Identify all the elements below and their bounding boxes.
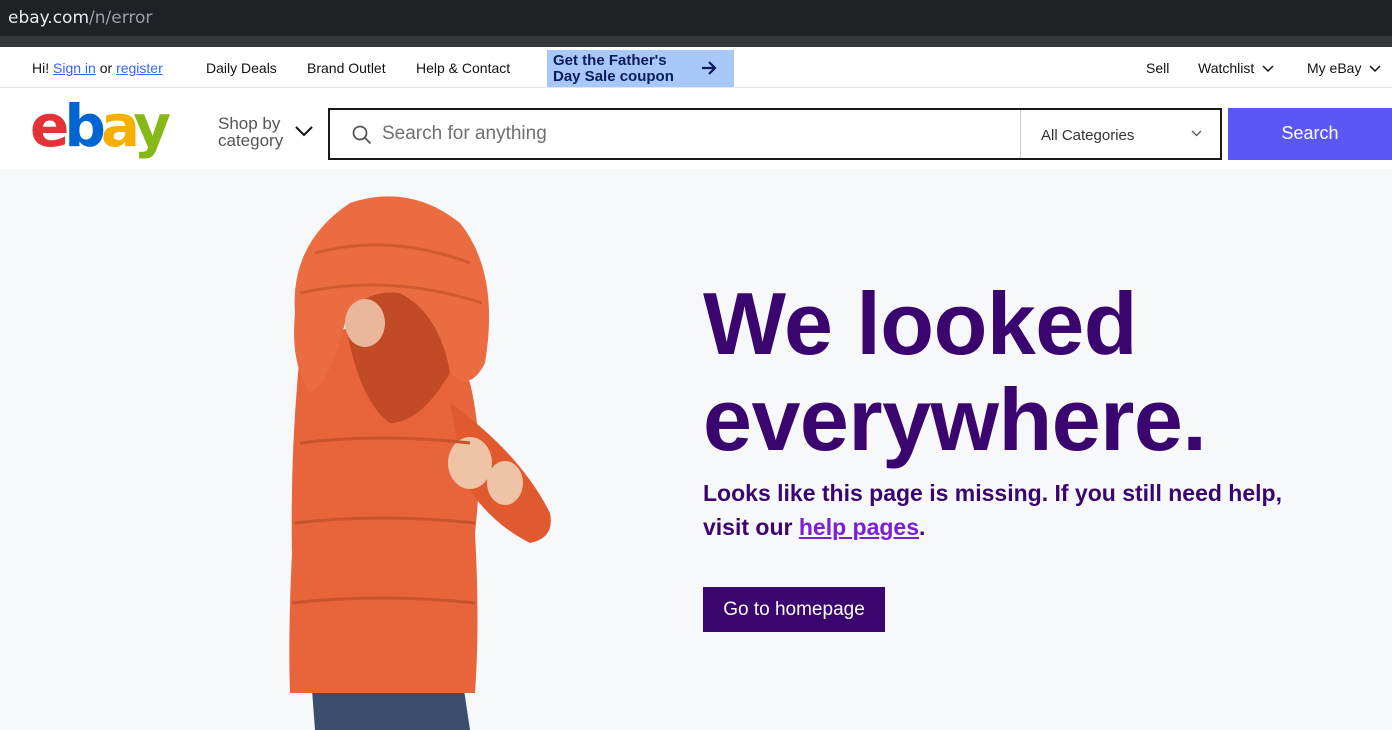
period-text: . <box>919 514 926 540</box>
category-select-label: All Categories <box>1041 127 1135 144</box>
headline-line-2: everywhere. <box>703 370 1207 469</box>
promo-banner[interactable]: Get the Father's Day Sale coupon <box>547 50 734 87</box>
error-hero: We looked everywhere. Looks like this pa… <box>0 169 1392 730</box>
error-message-line-2: visit our help pages. <box>703 510 1343 544</box>
chevron-down-icon <box>1369 65 1381 73</box>
error-headline: We looked everywhere. <box>703 274 1207 469</box>
shop-by-category-button[interactable]: Shop by category <box>218 115 283 149</box>
go-to-homepage-button[interactable]: Go to homepage <box>703 587 885 632</box>
daily-deals-link[interactable]: Daily Deals <box>206 60 277 76</box>
sell-link[interactable]: Sell <box>1146 60 1169 76</box>
browser-toolbar-strip <box>0 36 1392 47</box>
error-message-line-1: Looks like this page is missing. If you … <box>703 480 1282 506</box>
chevron-down-icon[interactable] <box>295 126 313 137</box>
promo-text: Get the Father's Day Sale coupon <box>553 52 674 85</box>
or-text: or <box>99 60 113 76</box>
search-bar: All Categories <box>328 108 1222 160</box>
brand-outlet-link[interactable]: Brand Outlet <box>307 60 386 76</box>
top-nav: Hi! Sign in or register Daily Deals Bran… <box>0 47 1392 88</box>
help-pages-link[interactable]: help pages <box>799 514 919 540</box>
watchlist-menu[interactable]: Watchlist <box>1198 60 1274 76</box>
svg-text:ebay: ebay <box>30 100 170 160</box>
url-path: /n/error <box>89 8 153 28</box>
greeting: Hi! Sign in or register <box>32 60 163 76</box>
search-icon <box>352 125 372 145</box>
sign-in-link[interactable]: Sign in <box>53 60 96 76</box>
my-ebay-menu[interactable]: My eBay <box>1307 60 1381 76</box>
url-host: ebay.com <box>8 8 90 28</box>
search-button[interactable]: Search <box>1228 108 1392 160</box>
greeting-text: Hi! <box>32 60 50 76</box>
ebay-logo[interactable]: ebay <box>30 100 180 162</box>
go-to-homepage-label: Go to homepage <box>723 599 865 620</box>
error-message: Looks like this page is missing. If you … <box>703 476 1343 544</box>
register-link[interactable]: register <box>116 60 163 76</box>
url-text[interactable]: ebay.com/n/error <box>8 8 152 28</box>
category-select[interactable]: All Categories <box>1020 110 1220 158</box>
help-contact-link[interactable]: Help & Contact <box>416 60 510 76</box>
chevron-down-icon <box>1262 65 1274 73</box>
chevron-down-icon <box>1191 130 1202 137</box>
watchlist-label: Watchlist <box>1198 60 1255 76</box>
visit-our-text: visit our <box>703 514 793 540</box>
child-in-orange-jacket-image <box>289 196 551 730</box>
shop-by-label-2: category <box>218 131 284 150</box>
shop-by-label-1: Shop by <box>218 114 281 133</box>
browser-url-bar[interactable]: ebay.com/n/error <box>0 0 1392 36</box>
my-ebay-label: My eBay <box>1307 60 1362 76</box>
site-header: ebay Shop by category All Categories Sea… <box>0 88 1392 169</box>
search-input[interactable] <box>382 118 1002 150</box>
arrow-right-icon <box>702 61 717 75</box>
search-button-label: Search <box>1281 123 1339 143</box>
headline-line-1: We looked <box>703 274 1137 373</box>
